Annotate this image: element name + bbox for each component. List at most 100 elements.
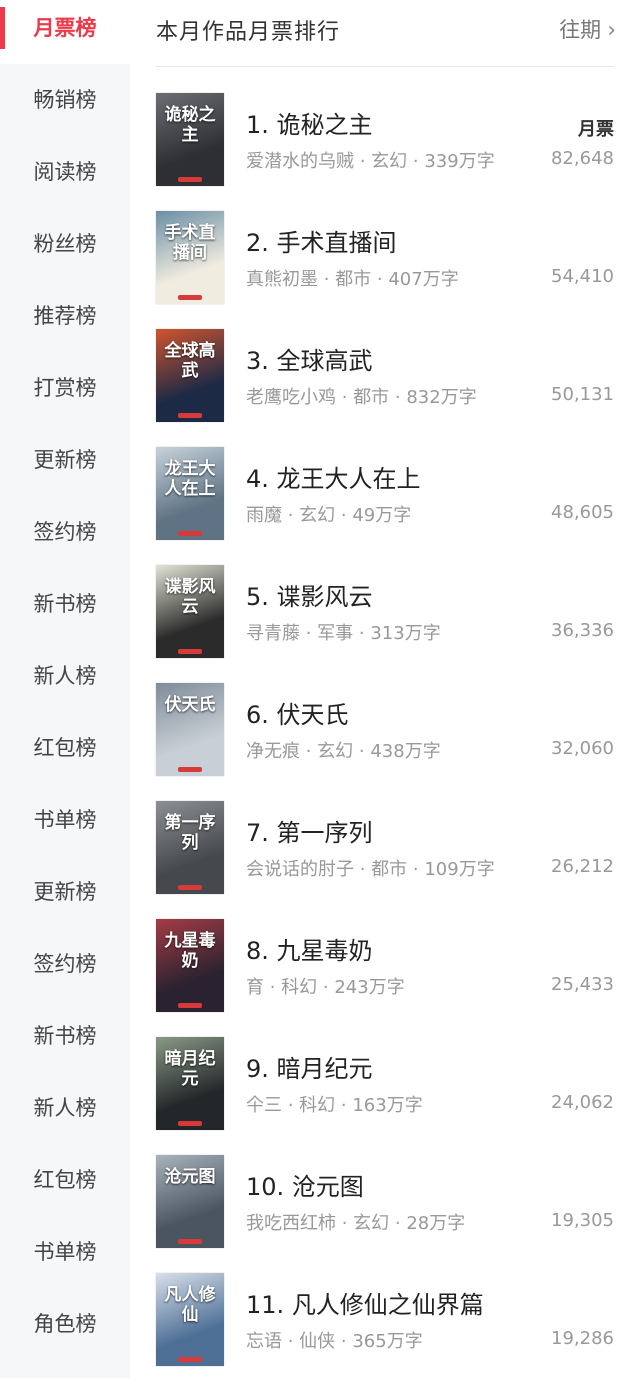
sidebar-item[interactable]: 书单榜 <box>0 784 130 856</box>
book-row[interactable]: 手术直播间 2. 手术直播间真熊初墨 · 都市 · 407万字 54,410 <box>156 211 614 307</box>
book-cover[interactable]: 诡秘之主 <box>156 93 224 186</box>
meta-separator: · <box>282 505 300 526</box>
cover-title-art: 第一序列 <box>164 813 216 853</box>
book-rank: 9. <box>246 1055 269 1083</box>
meta-separator: · <box>300 623 318 644</box>
book-cover[interactable]: 谍影风云 <box>156 565 224 658</box>
book-meta: 爱潜水的乌贼 · 玄幻 · 339万字 <box>246 147 495 173</box>
sidebar-item-label: 更新榜 <box>33 880 97 904</box>
book-meta: 寻青藤 · 军事 · 313万字 <box>246 619 441 645</box>
book-row[interactable]: 谍影风云 5. 谍影风云寻青藤 · 军事 · 313万字 36,336 <box>156 565 614 661</box>
book-title[interactable]: 4. 龙王大人在上 <box>246 459 421 494</box>
book-meta: 真熊初墨 · 都市 · 407万字 <box>246 265 459 291</box>
sidebar-item[interactable]: 阅读榜 <box>0 136 130 208</box>
book-name: 第一序列 <box>276 819 373 847</box>
book-rank: 10. <box>246 1173 285 1201</box>
book-row[interactable]: 伏天氏 6. 伏天氏 净无痕 · 玄幻 · 438万字 32,060 <box>156 683 614 779</box>
sidebar-item[interactable]: 打赏榜 <box>0 352 130 424</box>
publisher-badge-icon <box>178 1357 202 1362</box>
sidebar-item[interactable]: 畅销榜 <box>0 64 130 136</box>
book-rank: 5. <box>246 583 269 611</box>
meta-separator: · <box>371 269 389 290</box>
sidebar-item[interactable]: 角色榜 <box>0 1288 130 1360</box>
vote-count: 26,212 <box>551 856 614 877</box>
book-cover[interactable]: 全球高武 <box>156 329 224 422</box>
sidebar-item[interactable]: 新书榜 <box>0 1000 130 1072</box>
vote-count: 25,433 <box>551 974 614 995</box>
book-cover[interactable]: 龙王大人在上 <box>156 447 224 540</box>
book-title[interactable]: 6. 伏天氏 <box>246 695 349 730</box>
book-row[interactable]: 第一序列 7. 第一序列 会说话的肘子 · 都市 · 109万字 26,212 <box>156 801 614 897</box>
history-link[interactable]: 往期 › <box>559 14 616 44</box>
vote-count: 82,648 <box>551 148 614 169</box>
book-author: 仐三 <box>246 1095 282 1116</box>
cover-title-art: 伏天氏 <box>164 695 216 715</box>
book-row[interactable]: 九星毒奶 8. 九星毒奶育 · 科幻 · 243万字 25,433 <box>156 919 614 1015</box>
book-cover[interactable]: 沧元图 <box>156 1155 224 1248</box>
sidebar-item-label: 签约榜 <box>33 952 97 976</box>
sidebar-item-label: 书单榜 <box>33 1240 97 1264</box>
sidebar-item[interactable]: 更新榜 <box>0 856 130 928</box>
book-row[interactable]: 凡人修仙 11. 凡人修仙之仙界篇 忘语 · 仙侠 · 365万字 19,286 <box>156 1273 614 1369</box>
book-row[interactable]: 暗月纪元 9. 暗月纪元 仐三 · 科幻 · 163万字 24,062 <box>156 1037 614 1133</box>
vote-count: 19,305 <box>551 1210 614 1231</box>
book-cover[interactable]: 凡人修仙 <box>156 1273 224 1366</box>
sidebar-item[interactable]: 签约榜 <box>0 496 130 568</box>
book-title[interactable]: 1. 诡秘之主 <box>246 105 373 140</box>
book-row[interactable]: 沧元图 10. 沧元图 我吃西红柿 · 玄幻 · 28万字 19,305 <box>156 1155 614 1251</box>
book-meta: 育 · 科幻 · 243万字 <box>246 973 405 999</box>
meta-separator: · <box>318 269 336 290</box>
meta-separator: · <box>300 741 318 762</box>
publisher-badge-icon <box>178 1239 202 1244</box>
book-row[interactable]: 诡秘之主 1. 诡秘之主 爱潜水的乌贼 · 玄幻 · 339万字 月票 82,648 <box>156 93 614 189</box>
sidebar-item[interactable]: 粉丝榜 <box>0 208 130 280</box>
book-cover[interactable]: 伏天氏 <box>156 683 224 776</box>
book-rank: 4. <box>246 465 269 493</box>
book-meta: 净无痕 · 玄幻 · 438万字 <box>246 737 441 763</box>
meta-separator: · <box>264 977 282 998</box>
book-word-count: 49万字 <box>352 505 412 526</box>
vote-count: 54,410 <box>551 266 614 287</box>
book-cover[interactable]: 第一序列 <box>156 801 224 894</box>
sidebar-item[interactable]: 新书榜 <box>0 568 130 640</box>
sidebar-item[interactable]: 红包榜 <box>0 1144 130 1216</box>
sidebar-item[interactable]: 更新榜 <box>0 424 130 496</box>
book-name: 龙王大人在上 <box>276 465 421 493</box>
vote-count: 36,336 <box>551 620 614 641</box>
sidebar-item[interactable]: 红包榜 <box>0 712 130 784</box>
active-marker <box>0 7 5 49</box>
sidebar-item[interactable]: 新人榜 <box>0 1072 130 1144</box>
book-title[interactable]: 5. 谍影风云 <box>246 577 373 612</box>
book-row[interactable]: 龙王大人在上 4. 龙王大人在上 雨魔 · 玄幻 · 49万字 48,605 <box>156 447 614 543</box>
sidebar-item[interactable]: 新人榜 <box>0 640 130 712</box>
book-title[interactable]: 3. 全球高武 <box>246 341 373 376</box>
meta-separator: · <box>353 623 371 644</box>
sidebar-item-label: 角色榜 <box>33 1312 97 1336</box>
book-row[interactable]: 全球高武 3. 全球高武 老鹰吃小鸡 · 都市 · 832万字 50,131 <box>156 329 614 425</box>
book-name: 伏天氏 <box>276 701 349 729</box>
book-title[interactable]: 10. 沧元图 <box>246 1167 364 1202</box>
history-label: 往期 <box>559 18 602 42</box>
chevron-right-icon: › <box>607 18 616 43</box>
book-title[interactable]: 11. 凡人修仙之仙界篇 <box>246 1285 484 1320</box>
book-genre: 玄幻 <box>353 1213 390 1234</box>
book-word-count: 407万字 <box>388 269 459 290</box>
meta-separator: · <box>353 741 371 762</box>
sidebar-item[interactable]: 签约榜 <box>0 928 130 1000</box>
book-word-count: 109万字 <box>424 859 495 880</box>
book-title[interactable]: 9. 暗月纪元 <box>246 1049 373 1084</box>
book-title[interactable]: 8. 九星毒奶 <box>246 931 373 966</box>
sidebar-item[interactable]: 推荐榜 <box>0 280 130 352</box>
book-cover[interactable]: 手术直播间 <box>156 211 224 304</box>
book-title[interactable]: 7. 第一序列 <box>246 813 373 848</box>
sidebar-item-label: 畅销榜 <box>33 88 97 112</box>
book-cover[interactable]: 九星毒奶 <box>156 919 224 1012</box>
book-meta: 忘语 · 仙侠 · 365万字 <box>246 1327 423 1353</box>
meta-separator: · <box>407 859 425 880</box>
sidebar-item[interactable]: 月票榜 <box>0 0 130 64</box>
book-title[interactable]: 2. 手术直播间 <box>246 223 397 258</box>
book-rank: 11. <box>246 1291 285 1319</box>
book-cover[interactable]: 暗月纪元 <box>156 1037 224 1130</box>
sidebar-item[interactable]: 书单榜 <box>0 1216 130 1288</box>
cover-title-art: 九星毒奶 <box>164 931 216 971</box>
